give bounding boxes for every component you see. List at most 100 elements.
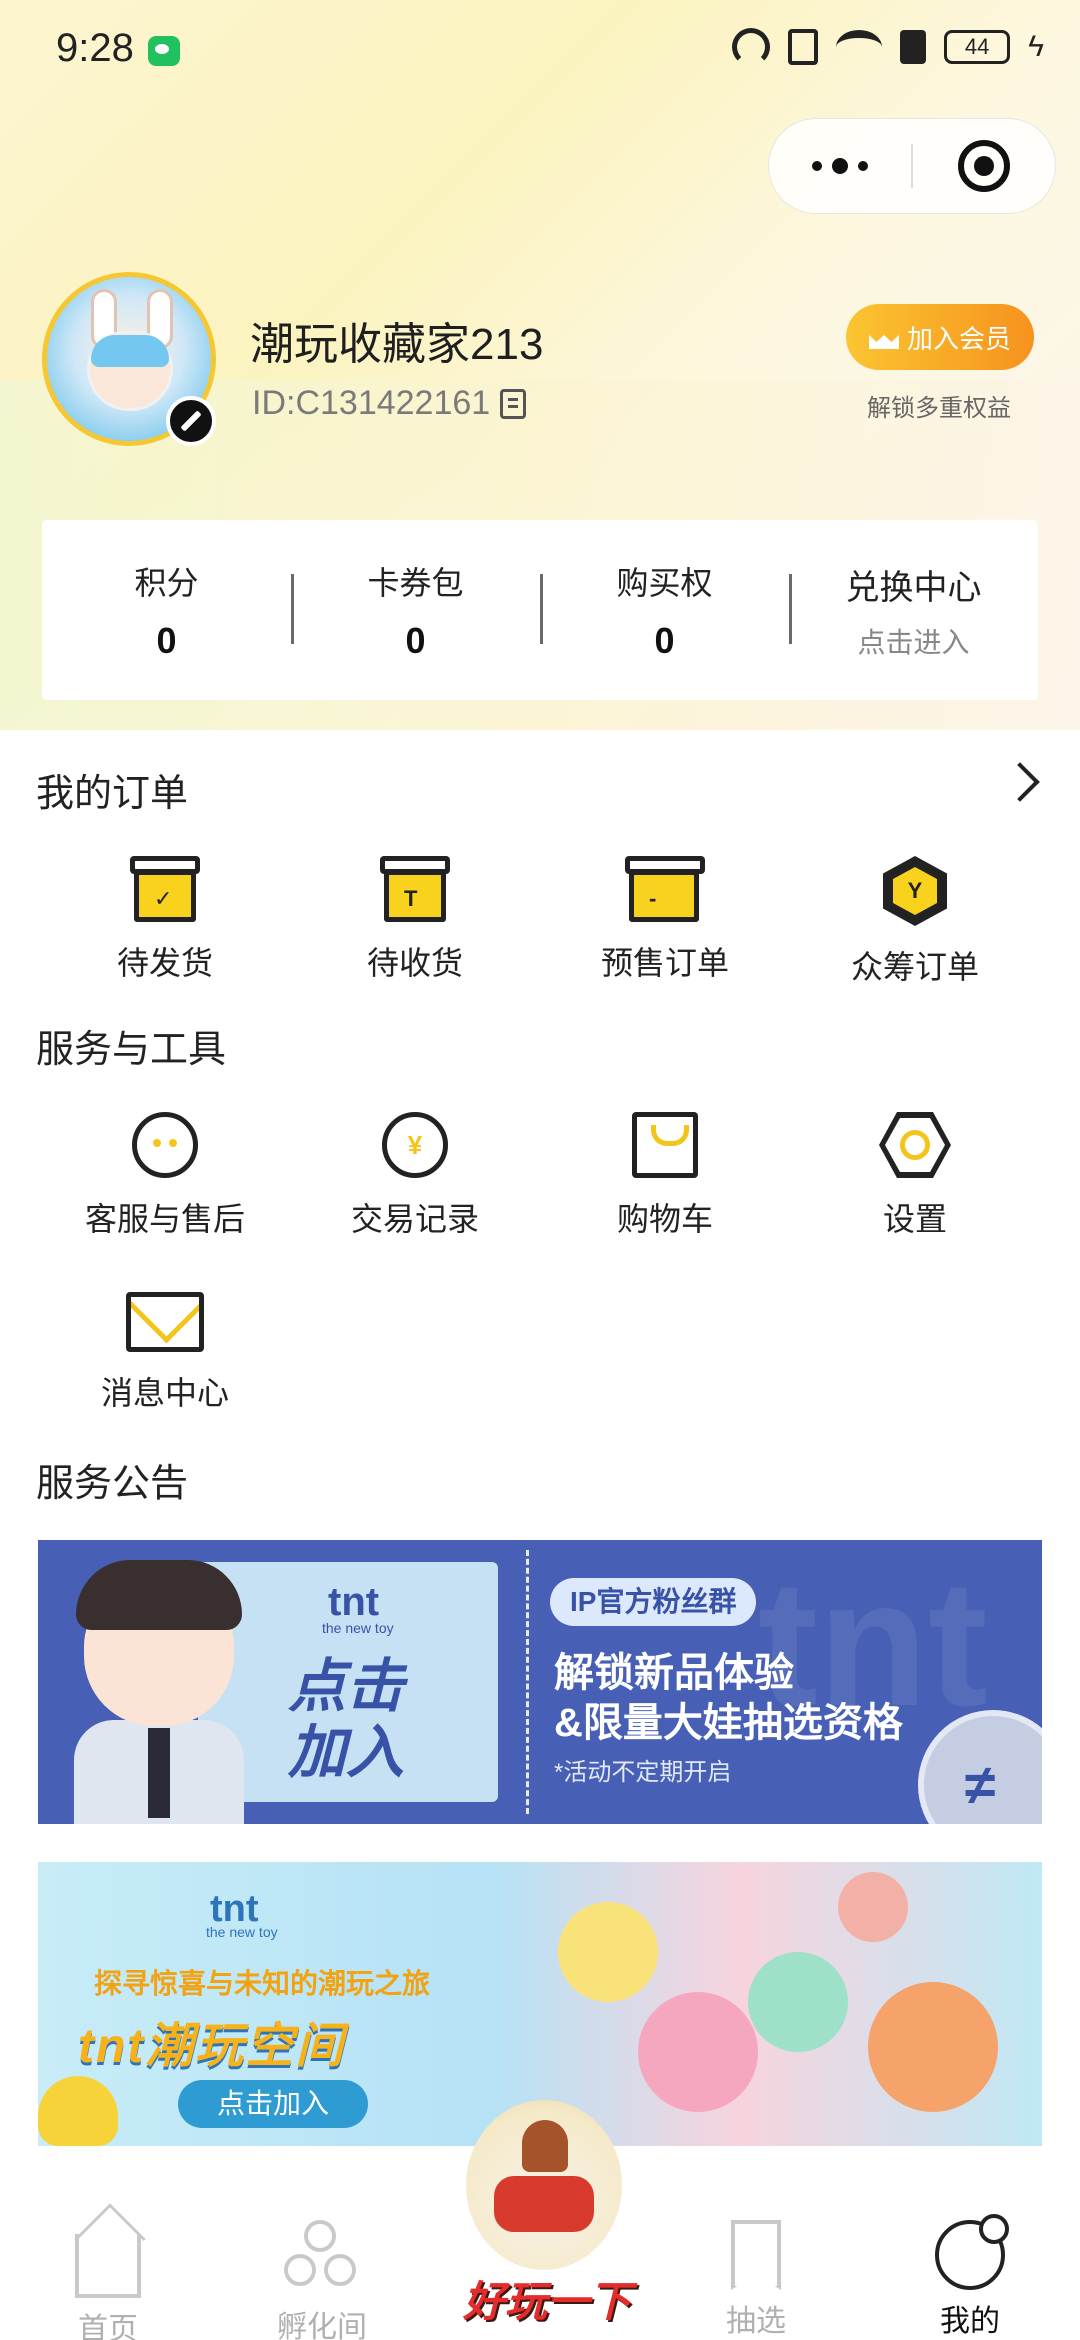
jar-icon — [466, 2100, 622, 2270]
more-menu-button[interactable] — [769, 118, 911, 214]
miniprogram-capsule — [768, 118, 1056, 214]
stat-label: 积分 — [134, 565, 199, 601]
brand-subtitle: the new toy — [322, 1620, 394, 1636]
tab-label: 孵化间 — [277, 2311, 367, 2340]
grid-label: 购物车 — [616, 1201, 713, 1237]
announcements-section-title: 服务公告 — [36, 1463, 189, 1505]
box-presale-icon: - — [625, 856, 705, 922]
crown-icon — [869, 325, 899, 349]
stat-label: 卡券包 — [367, 565, 464, 601]
order-pending-receipt[interactable]: T 待收货 — [290, 856, 540, 988]
tab-me[interactable]: 我的 — [900, 2214, 1040, 2340]
banner-divider — [526, 1550, 529, 1814]
charging-icon: ϟ — [1028, 30, 1044, 63]
mail-icon — [126, 1292, 204, 1352]
tab-play[interactable]: 好玩一下 — [458, 2100, 631, 2330]
grid-label: 待发货 — [116, 945, 213, 981]
order-presale[interactable]: - 预售订单 — [540, 856, 790, 988]
tab-label: 首页 — [78, 2313, 138, 2340]
tab-label: 好玩一下 — [462, 2278, 631, 2325]
dot-icon — [832, 158, 848, 174]
vibrate-icon — [788, 29, 819, 65]
tab-label: 抽选 — [726, 2305, 786, 2338]
bookmark-icon — [731, 2220, 781, 2290]
bag-icon — [632, 1112, 698, 1178]
user-id-row: ID:C131422161 — [252, 384, 527, 423]
services-grid: 客服与售后 ¥ 交易记录 购物车 设置 — [0, 1112, 1080, 1240]
service-cart[interactable]: 购物车 — [540, 1112, 790, 1240]
stats-card: 积分 0 卡券包 0 购买权 0 兑换中心 点击进入 — [42, 520, 1038, 700]
stat-label: 兑换中心 — [845, 568, 982, 607]
grid-label: 众筹订单 — [850, 949, 979, 985]
tab-home[interactable]: 首页 — [38, 2220, 178, 2340]
join-vip-button[interactable]: 加入会员 — [846, 304, 1034, 370]
box-t-icon: T — [380, 856, 450, 922]
battery-icon: 44 — [944, 30, 1011, 64]
services-section-title: 服务与工具 — [36, 1029, 227, 1071]
speed-icon — [732, 28, 771, 66]
grid-label: 消息中心 — [100, 1375, 229, 1411]
hatch-icon — [284, 2220, 360, 2296]
gear-icon — [879, 1112, 951, 1178]
service-transactions[interactable]: ¥ 交易记录 — [290, 1112, 540, 1240]
alert-icon — [900, 30, 927, 64]
banner-tagline: 探寻惊喜与未知的潮玩之旅 — [94, 1968, 431, 1999]
grid-label: 待收货 — [366, 945, 463, 981]
close-miniprogram-button[interactable] — [913, 118, 1055, 214]
tab-hatchery[interactable]: 孵化间 — [252, 2220, 392, 2340]
tab-draw[interactable]: 抽选 — [686, 2220, 826, 2340]
service-customer-support[interactable]: 客服与售后 — [40, 1112, 290, 1240]
vip-subtitle: 解锁多重权益 — [867, 395, 1011, 422]
avatar-hair — [91, 335, 169, 367]
stat-sub: 点击进入 — [857, 626, 970, 658]
banner-cta-line2: 加入 — [288, 1720, 405, 1785]
banner-note: *活动不定期开启 — [554, 1759, 732, 1786]
service-settings[interactable]: 设置 — [790, 1112, 1040, 1240]
duck-illustration — [38, 2076, 118, 2146]
doll-illustration — [558, 1902, 658, 2002]
crowdfund-icon: Y — [883, 856, 947, 926]
stat-coupons[interactable]: 卡券包 0 — [291, 520, 540, 700]
stat-value: 0 — [405, 620, 426, 661]
grid-label: 交易记录 — [350, 1201, 479, 1237]
stat-label: 购买权 — [616, 565, 713, 601]
chevron-right-icon[interactable] — [1000, 762, 1040, 802]
stat-value: 0 — [654, 620, 675, 661]
stat-points[interactable]: 积分 0 — [42, 520, 291, 700]
brand-subtitle: the new toy — [206, 1924, 278, 1940]
join-vip-label: 加入会员 — [906, 323, 1011, 354]
doll-illustration — [748, 1952, 848, 2052]
status-time: 9:28 — [56, 26, 134, 70]
banner-headline-2: &限量大娃抽选资格 — [554, 1701, 903, 1745]
target-icon — [957, 140, 1010, 192]
grid-label: 预售订单 — [600, 945, 729, 981]
stat-value: 0 — [156, 620, 177, 661]
order-pending-shipment[interactable]: ✓ 待发货 — [40, 856, 290, 988]
doll-illustration — [838, 1872, 908, 1942]
user-id: ID:C131422161 — [252, 384, 491, 422]
chat-icon — [132, 1112, 198, 1178]
services-grid-row2: 消息中心 — [0, 1292, 1080, 1414]
grid-label: 设置 — [882, 1201, 947, 1237]
status-icons: 44 ϟ — [732, 28, 1044, 66]
edit-profile-icon[interactable] — [166, 396, 216, 446]
banner-join-button[interactable]: 点击加入 — [178, 2080, 368, 2128]
me-icon — [935, 2214, 1009, 2290]
brand-logo: tnt — [328, 1580, 380, 1624]
doll-illustration — [638, 1992, 758, 2112]
fan-group-banner[interactable]: tnt tnt the new toy 点击 加入 IP官方粉丝群 解锁新品体验… — [38, 1540, 1042, 1824]
service-messages[interactable]: 消息中心 — [40, 1292, 290, 1414]
order-crowdfund[interactable]: Y 众筹订单 — [790, 856, 1040, 988]
banner-tag: IP官方粉丝群 — [550, 1578, 757, 1626]
copy-icon[interactable] — [500, 388, 527, 419]
coin-icon: ¥ — [382, 1112, 448, 1178]
username: 潮玩收藏家213 — [250, 320, 544, 369]
stat-exchange-center[interactable]: 兑换中心 点击进入 — [789, 520, 1038, 700]
wifi-icon — [836, 30, 883, 64]
doll-illustration — [868, 1982, 998, 2112]
stat-purchase-rights[interactable]: 购买权 0 — [540, 520, 789, 700]
wechat-icon — [148, 36, 180, 66]
dot-icon — [858, 161, 868, 171]
orders-grid: ✓ 待发货 T 待收货 - 预售订单 Y 众筹订单 — [0, 856, 1080, 988]
status-bar: 9:28 44 ϟ — [0, 0, 1080, 100]
